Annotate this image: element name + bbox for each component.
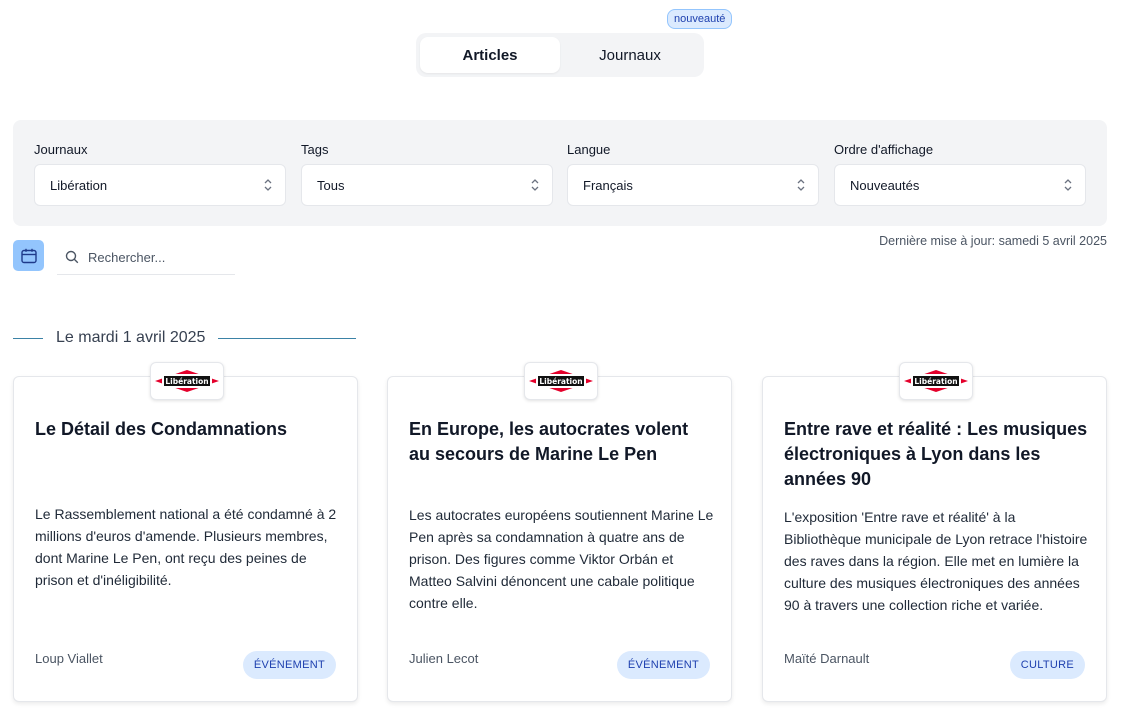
article-description: Les autocrates européens soutiennent Mar…: [409, 507, 714, 611]
liberation-logo-icon: Libération: [155, 370, 219, 392]
liberation-logo-icon: Libération: [529, 370, 593, 392]
view-tabs: Articles Journaux: [416, 33, 704, 77]
select-value: Français: [583, 177, 633, 193]
divider: [13, 337, 43, 339]
filter-ordre: Ordre d'affichage Nouveautés: [834, 142, 1086, 206]
logo-text: Libération: [914, 377, 957, 386]
filter-tags: Tags Tous: [301, 142, 553, 206]
chevron-up-down-icon: [264, 179, 272, 191]
select-value: Tous: [317, 177, 345, 193]
divider: [218, 337, 356, 339]
journaux-select[interactable]: Libération: [34, 164, 286, 206]
article-description: Le Rassemblement national a été condamné…: [35, 506, 337, 588]
filter-panel: Journaux Libération Tags Tous Langue Fra…: [13, 120, 1107, 226]
last-update-text: Dernière mise à jour: samedi 5 avril 202…: [879, 234, 1107, 248]
calendar-button[interactable]: [13, 240, 44, 271]
date-separator: Le mardi 1 avril 2025: [13, 328, 356, 348]
tags-select[interactable]: Tous: [301, 164, 553, 206]
newspaper-logo: Libération: [899, 362, 973, 400]
chevron-up-down-icon: [531, 179, 539, 191]
search-icon: [65, 250, 79, 264]
article-author: Loup Viallet: [35, 651, 103, 666]
select-value: Nouveautés: [850, 177, 920, 193]
calendar-icon: [20, 248, 37, 263]
filter-label: Tags: [301, 142, 329, 157]
article-author: Julien Lecot: [409, 651, 479, 666]
liberation-logo-icon: Libération: [904, 370, 968, 392]
article-author: Maïté Darnault: [784, 651, 870, 666]
logo-text: Libération: [165, 377, 208, 386]
ordre-select[interactable]: Nouveautés: [834, 164, 1086, 206]
chevron-up-down-icon: [797, 179, 805, 191]
newspaper-logo: Libération: [524, 362, 598, 400]
select-value: Libération: [50, 177, 108, 193]
langue-select[interactable]: Français: [567, 164, 819, 206]
chevron-up-down-icon: [1064, 179, 1072, 191]
article-tag: ÉVÉNEMENT: [616, 651, 710, 679]
logo-text: Libération: [539, 377, 582, 386]
new-badge: nouveauté: [667, 9, 733, 29]
article-card[interactable]: Libération En Europe, les autocrates vol…: [387, 362, 732, 702]
filter-label: Journaux: [34, 142, 88, 157]
search-input[interactable]: [88, 249, 228, 265]
article-tag: CULTURE: [1009, 651, 1085, 679]
tab-journaux[interactable]: Journaux: [560, 37, 700, 73]
filter-label: Langue: [567, 142, 611, 157]
filter-label: Ordre d'affichage: [834, 142, 934, 157]
filter-journaux: Journaux Libération: [34, 142, 286, 206]
article-title[interactable]: Entre rave et réalité : Les musiques éle…: [784, 417, 1089, 492]
date-group-label: Le mardi 1 avril 2025: [56, 329, 206, 346]
article-description: L'exposition 'Entre rave et réalité' à l…: [784, 509, 1088, 613]
filter-langue: Langue Français: [567, 142, 819, 206]
newspaper-logo: Libération: [150, 362, 224, 400]
article-card[interactable]: Libération Entre rave et réalité : Les m…: [762, 362, 1107, 702]
article-title[interactable]: Le Détail des Condamnations: [35, 417, 340, 442]
article-title[interactable]: En Europe, les autocrates volent au seco…: [409, 417, 714, 467]
search-box: [57, 240, 235, 275]
article-card[interactable]: Libération Le Détail des Condamnations L…: [13, 362, 358, 702]
tab-articles[interactable]: Articles: [420, 37, 560, 73]
article-tag: ÉVÉNEMENT: [242, 651, 336, 679]
